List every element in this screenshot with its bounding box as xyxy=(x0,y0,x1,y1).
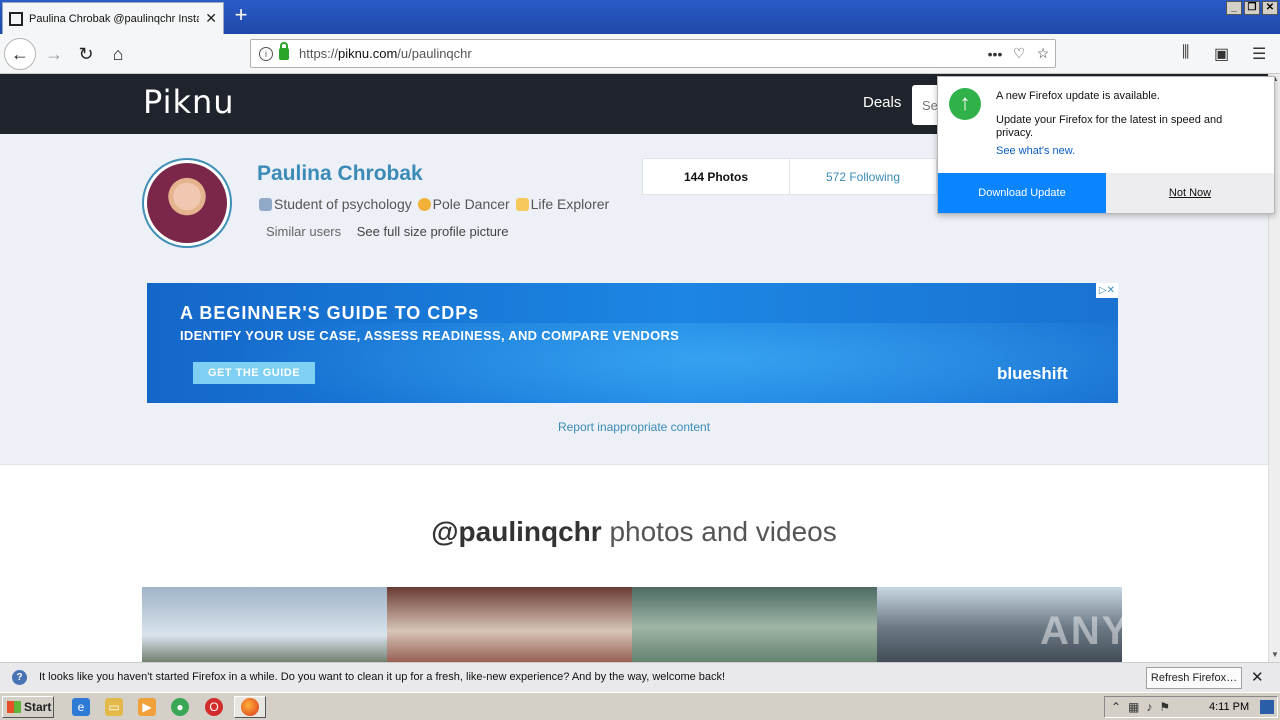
victory-hand-emoji-icon xyxy=(515,198,529,211)
folder-icon[interactable]: ▭ xyxy=(105,698,123,716)
tab-active[interactable]: Paulina Chrobak @paulinqchr Insta ✕ xyxy=(2,2,224,34)
media-player-icon[interactable]: ▶ xyxy=(138,698,156,716)
scroll-down-icon[interactable]: ▼ xyxy=(1269,650,1280,662)
home-button[interactable]: ⌂ xyxy=(102,38,134,70)
refresh-firefox-button[interactable]: Refresh Firefox… xyxy=(1146,667,1242,689)
arrow-right-icon: → xyxy=(45,43,63,64)
similar-users-link[interactable]: Similar users xyxy=(266,224,341,239)
download-update-button[interactable]: Download Update xyxy=(938,173,1106,213)
update-title: A new Firefox update is available. xyxy=(996,90,1160,102)
update-popup: ↑ A new Firefox update is available. Upd… xyxy=(937,76,1275,214)
pocket-icon[interactable]: ♡ xyxy=(1007,45,1031,62)
home-icon: ⌂ xyxy=(112,43,124,64)
arrow-left-icon: ← xyxy=(11,43,29,64)
url-bar[interactable]: i https://piknu.com/u/paulinqchr ••• ♡ ☆ xyxy=(250,39,1056,68)
firefox-icon xyxy=(241,698,259,716)
tab-title: Paulina Chrobak @paulinqchr Insta xyxy=(29,12,200,25)
photo-thumbnail[interactable] xyxy=(387,587,632,662)
info-icon[interactable]: i xyxy=(259,46,273,61)
site-logo[interactable]: Piknu xyxy=(143,83,235,121)
tray-icons[interactable]: ⌃▦♪⚑ xyxy=(1111,700,1177,714)
question-icon: ? xyxy=(12,670,27,685)
update-arrow-icon: ↑ xyxy=(949,88,981,120)
system-tray: ⌃▦♪⚑ 4:11 PM xyxy=(1104,696,1278,718)
avatar-image xyxy=(147,163,227,243)
chrome-icon[interactable]: ● xyxy=(171,698,189,716)
url-path: /u/paulinqchr xyxy=(397,46,472,61)
report-link-text[interactable]: Report inappropriate content xyxy=(558,420,710,434)
whats-new-link[interactable]: See what's new. xyxy=(996,145,1075,157)
tab-strip: Paulina Chrobak @paulinqchr Insta ✕ + _ … xyxy=(0,0,1280,34)
forward-button[interactable]: → xyxy=(38,38,70,70)
show-desktop-icon[interactable] xyxy=(1260,700,1274,714)
gallery-heading: @paulinqchr photos and videos xyxy=(0,516,1268,548)
ad-headline: A BEGINNER'S GUIDE TO CDPs xyxy=(180,303,480,323)
notification-text: It looks like you haven't started Firefo… xyxy=(39,671,726,683)
update-buttons: Download Update Not Now xyxy=(938,173,1274,213)
bio-part-2: Pole Dancer xyxy=(432,196,510,212)
profile-stats: 144 Photos 572 Following xyxy=(642,158,938,195)
url-scheme: https:// xyxy=(299,46,339,61)
minimize-icon[interactable]: _ xyxy=(1226,1,1242,15)
url-text[interactable]: https://piknu.com/u/paulinqchr xyxy=(299,46,983,61)
report-content-link: Report inappropriate content xyxy=(0,420,1268,434)
ad-banner[interactable]: A BEGINNER'S GUIDE TO CDPs IDENTIFY YOUR… xyxy=(147,283,1118,403)
reload-icon: ↻ xyxy=(78,43,94,64)
tab-close-icon[interactable]: ✕ xyxy=(205,10,217,27)
profile-name: Paulina Chrobak xyxy=(257,162,423,185)
nav-toolbar: ← → ↻ ⌂ i https://piknu.com/u/paulinqchr… xyxy=(0,34,1280,74)
ad-subhead: IDENTIFY YOUR USE CASE, ASSESS READINESS… xyxy=(180,328,680,343)
hamburger-menu-icon[interactable]: ☰ xyxy=(1252,44,1266,64)
book-emoji-icon xyxy=(259,198,272,211)
notification-close-icon[interactable]: ✕ xyxy=(1251,668,1264,686)
library-icon[interactable]: ⫼ xyxy=(1182,44,1189,62)
window-controls: _ ❐ ✕ xyxy=(1226,1,1278,15)
nav-deals-link[interactable]: Deals xyxy=(863,94,901,111)
reload-button[interactable]: ↻ xyxy=(70,38,102,70)
windows-taskbar: Start e ▭ ▶ ● O ⌃▦♪⚑ 4:11 PM xyxy=(0,692,1280,720)
stat-following[interactable]: 572 Following xyxy=(790,159,937,194)
anyrun-watermark: ANY RUN xyxy=(1040,609,1236,653)
url-domain: piknu.com xyxy=(338,46,398,61)
start-label: Start xyxy=(24,700,52,714)
ad-brand-logo: blueshift xyxy=(997,364,1068,383)
full-size-picture-link[interactable]: See full size profile picture xyxy=(357,224,509,239)
start-button[interactable]: Start xyxy=(2,696,54,718)
opera-icon[interactable]: O xyxy=(205,698,223,716)
photo-thumbnail[interactable] xyxy=(632,587,877,662)
back-button[interactable]: ← xyxy=(4,38,36,70)
stat-photos[interactable]: 144 Photos xyxy=(643,159,790,194)
clock: 4:11 PM xyxy=(1209,701,1250,713)
favicon-icon xyxy=(9,11,23,26)
profile-bio: Student of psychology Pole Dancer Life E… xyxy=(257,196,609,212)
photo-gallery xyxy=(142,587,1122,662)
photo-thumbnail[interactable] xyxy=(142,587,387,662)
profile-links: Similar users See full size profile pict… xyxy=(266,224,509,239)
close-window-icon[interactable]: ✕ xyxy=(1262,1,1278,15)
firefox-taskbar-button[interactable] xyxy=(234,696,266,718)
sidebar-icon[interactable]: ▣ xyxy=(1214,44,1229,64)
ad-cta-button[interactable]: GET THE GUIDE xyxy=(193,362,315,384)
ad-close-icon[interactable]: ▷✕ xyxy=(1095,283,1118,298)
not-now-button[interactable]: Not Now xyxy=(1106,173,1274,213)
new-tab-button[interactable]: + xyxy=(228,3,254,29)
bio-part-1: Student of psychology xyxy=(274,196,412,212)
page-actions-icon[interactable]: ••• xyxy=(983,46,1007,62)
restore-icon[interactable]: ❐ xyxy=(1244,1,1260,15)
bio-part-3: Life Explorer xyxy=(530,196,610,212)
gallery-handle: @paulinqchr xyxy=(431,516,602,547)
dancer-emoji-icon xyxy=(417,198,431,211)
gallery-heading-rest: photos and videos xyxy=(601,516,837,547)
notification-bar: ? It looks like you haven't started Fire… xyxy=(0,662,1280,692)
bookmark-star-icon[interactable]: ☆ xyxy=(1031,45,1055,62)
lock-icon[interactable] xyxy=(279,41,289,60)
windows-flag-icon xyxy=(7,701,21,713)
update-body: Update your Firefox for the latest in sp… xyxy=(996,114,1223,139)
avatar[interactable] xyxy=(142,158,232,248)
ie-icon[interactable]: e xyxy=(72,698,90,716)
